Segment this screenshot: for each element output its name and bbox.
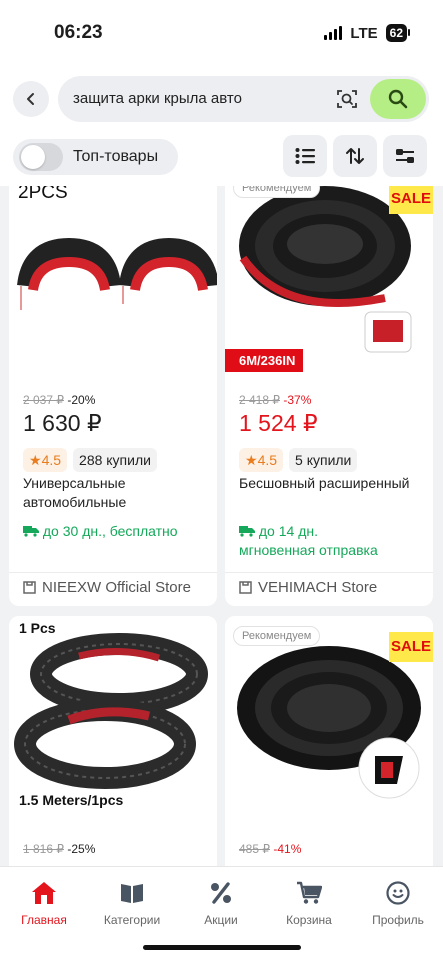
search-icon [388, 89, 408, 109]
tab-profile[interactable]: Профиль [358, 879, 438, 927]
discount-label: -41% [273, 842, 302, 856]
store-icon [23, 581, 36, 594]
delivery-info: до 30 дн., бесплатно [23, 522, 213, 541]
old-price: 2 418 ₽ -37% [239, 393, 312, 407]
old-price: 2 037 ₽ -20% [23, 393, 96, 407]
tab-home[interactable]: Главная [4, 879, 84, 927]
image-caption: 2PCS [18, 186, 68, 203]
filter-sliders-icon [396, 149, 414, 163]
image-caption-bottom: 1.5 Meters/1pcs [19, 792, 124, 808]
store-icon [239, 581, 252, 594]
old-price: 1 816 ₽ -25% [23, 842, 96, 856]
tab-catalog[interactable]: Категории [92, 879, 172, 927]
product-card[interactable]: 1 Pcs 1.5 Meters/1pcs 1 816 ₽ -25% [9, 616, 217, 866]
old-price: 485 ₽ -41% [239, 842, 302, 856]
product-card[interactable]: Рекомендуем SALE 6M/236IN 2 418 ₽ -37% 1… [225, 186, 433, 606]
product-card[interactable]: Рекомендуем SALE 485 ₽ -41% [225, 616, 433, 866]
status-indicators: LTE 62 [324, 24, 411, 42]
sort-icon [346, 148, 364, 164]
status-bar: 06:23 LTE 62 [0, 0, 443, 62]
product-title: Универсальные автомобильные [23, 475, 127, 510]
percent-icon [211, 882, 231, 904]
back-button[interactable] [13, 81, 49, 117]
network-label: LTE [350, 24, 378, 42]
tab-cart[interactable]: Корзина [269, 879, 349, 927]
bought-count: 5 купили [289, 448, 358, 472]
sale-badge: SALE [389, 632, 433, 662]
product-title: Бесшовный расширенный [239, 475, 410, 491]
tab-label: Корзина [286, 913, 332, 927]
tab-label: Профиль [372, 913, 424, 927]
top-products-label: Топ-товары [73, 148, 159, 165]
image-caption-top: 1 Pcs [19, 620, 56, 636]
product-image: 1 Pcs 1.5 Meters/1pcs [9, 616, 217, 824]
header: защита арки крыла авто Топ-товары [0, 62, 443, 186]
price: 1 630 ₽ [23, 410, 102, 436]
rating-badge: ★4.5 [239, 448, 284, 472]
battery-icon: 62 [385, 24, 411, 42]
product-card[interactable]: 2PCS 2 037 ₽ -20% 1 630 ₽ ★4.5 288 купил… [9, 186, 217, 606]
top-products-filter[interactable]: Топ-товары [13, 139, 178, 175]
search-button[interactable] [370, 79, 426, 119]
store-link[interactable]: NIEEXW Official Store [23, 579, 191, 596]
sale-badge: SALE [389, 186, 433, 214]
recommend-badge: Рекомендуем [233, 186, 321, 198]
product-grid: 2PCS 2 037 ₽ -20% 1 630 ₽ ★4.5 288 купил… [0, 186, 443, 866]
search-field[interactable]: защита арки крыла авто [58, 76, 429, 122]
image-search-icon[interactable] [335, 87, 359, 111]
store-link[interactable]: VEHIMACH Store [239, 579, 377, 596]
tab-promotions[interactable]: Акции [181, 879, 261, 927]
product-image: Рекомендуем SALE [225, 616, 433, 824]
rating-row: ★4.5 288 купили [23, 448, 157, 472]
home-icon [32, 882, 56, 904]
discount-label: -37% [283, 393, 312, 407]
arch-trim-illustration [17, 237, 217, 310]
search-input[interactable]: защита арки крыла авто [73, 90, 242, 107]
truck-icon [239, 526, 255, 537]
home-indicator [143, 945, 301, 950]
truck-icon [23, 526, 39, 537]
rubber-trim-roll-illustration [239, 186, 412, 353]
product-image: Рекомендуем SALE 6M/236IN [225, 186, 433, 374]
sort-button[interactable] [333, 135, 377, 177]
bought-count: 288 купили [73, 448, 157, 472]
list-view-icon [295, 148, 315, 164]
catalog-icon [121, 884, 143, 903]
rating-badge: ★4.5 [23, 448, 68, 472]
tab-label: Главная [21, 913, 67, 927]
tab-label: Категории [103, 913, 161, 927]
cart-icon [297, 881, 322, 904]
discount-label: -20% [67, 393, 96, 407]
delivery-info: до 14 дн. мгновенная отправка [239, 523, 378, 558]
tab-label: Акции [204, 913, 238, 927]
price: 1 524 ₽ [239, 410, 318, 436]
length-badge: 6M/236IN [225, 349, 304, 372]
recommend-badge: Рекомендуем [233, 626, 321, 646]
top-products-toggle[interactable] [19, 143, 63, 171]
view-mode-button[interactable] [283, 135, 327, 177]
discount-label: -25% [67, 842, 96, 856]
product-image: 2PCS [9, 186, 217, 374]
profile-icon [386, 881, 410, 905]
rating-row: ★4.5 5 купили [239, 448, 358, 472]
status-time: 06:23 [54, 22, 103, 43]
chevron-left-icon [27, 93, 34, 105]
signal-icon [324, 26, 343, 40]
filter-button[interactable] [383, 135, 427, 177]
